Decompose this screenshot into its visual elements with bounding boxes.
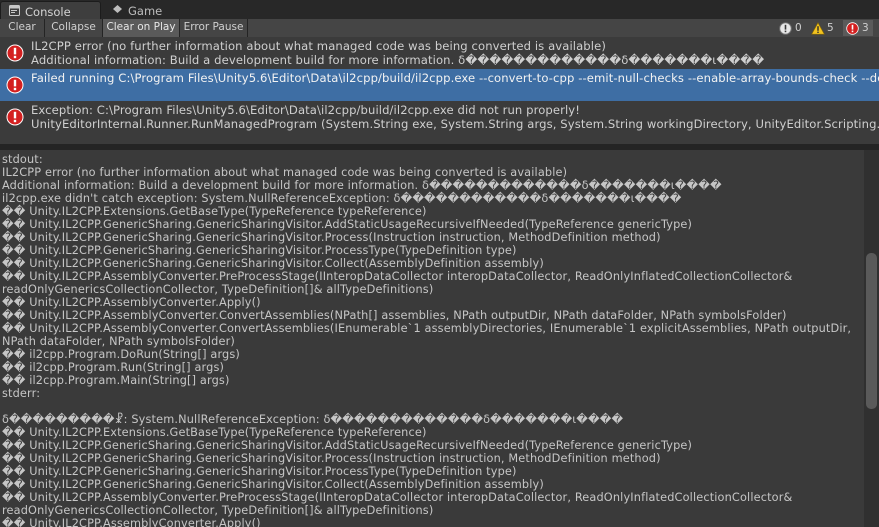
- info-icon: [779, 22, 792, 35]
- error-icon: [6, 108, 24, 126]
- detail-line: �� Unity.IL2CPP.GenericSharing.GenericSh…: [2, 465, 517, 478]
- detail-line: �� Unity.IL2CPP.AssemblyConverter.Apply(…: [2, 296, 261, 309]
- detail-line: �� Unity.IL2CPP.GenericSharing.GenericSh…: [2, 218, 693, 231]
- window-tab-bar: Console Game: [0, 0, 879, 19]
- console-icon: [9, 5, 20, 16]
- warning-icon: [811, 22, 825, 35]
- clear-button[interactable]: Clear: [0, 19, 45, 37]
- detail-line: stdout:: [2, 153, 43, 166]
- detail-line: readOnlyGenericsCollectionCollector, Typ…: [2, 504, 434, 517]
- collapse-toggle[interactable]: Collapse: [45, 19, 103, 37]
- warning-filter-toggle[interactable]: 5: [808, 20, 841, 36]
- log-entry-selected[interactable]: Failed running C:\Program Files\Unity5.6…: [0, 69, 879, 101]
- info-filter-toggle[interactable]: 0: [776, 20, 806, 36]
- detail-line: �� Unity.IL2CPP.AssemblyConverter.Apply(…: [2, 517, 261, 527]
- log-entry-list[interactable]: IL2CPP error (no further information abo…: [0, 37, 879, 144]
- info-count: 0: [795, 22, 802, 34]
- detail-line: readOnlyGenericsCollectionCollector, Typ…: [2, 283, 434, 296]
- detail-line: �� Unity.IL2CPP.AssemblyConverter.PrePro…: [2, 491, 793, 504]
- log-entry[interactable]: IL2CPP error (no further information abo…: [0, 37, 879, 69]
- detail-line: �� il2cpp.Program.Main(String[] args): [2, 374, 230, 387]
- log-entry-line2: UnityEditorInternal.Runner.RunManagedPro…: [31, 117, 879, 131]
- detail-line: �� Unity.IL2CPP.GenericSharing.GenericSh…: [2, 244, 517, 257]
- detail-line: �� Unity.IL2CPP.GenericSharing.GenericSh…: [2, 439, 693, 452]
- error-icon: [6, 76, 24, 94]
- error-icon: [846, 22, 859, 35]
- detail-line: �� Unity.IL2CPP.Extensions.GetBaseType(T…: [2, 205, 427, 218]
- detail-line: Additional information: Build a developm…: [2, 179, 722, 192]
- tab-console-label: Console: [25, 5, 71, 19]
- log-entry-line1: Exception: C:\Program Files\Unity5.6\Edi…: [31, 103, 580, 117]
- log-entry-line1: IL2CPP error (no further information abo…: [31, 39, 606, 53]
- detail-line: �� il2cpp.Program.Run(String[] args): [2, 361, 225, 374]
- error-icon: [6, 44, 24, 62]
- tab-console[interactable]: Console: [0, 1, 101, 19]
- clear-on-play-toggle[interactable]: Clear on Play: [103, 19, 180, 37]
- game-icon: [113, 5, 122, 13]
- detail-line: δ���������☧: System.NullReferenceExcepti…: [2, 413, 624, 426]
- detail-line: il2cpp.exe didn't catch exception: Syste…: [2, 192, 682, 205]
- detail-line: IL2CPP error (no further information abo…: [2, 166, 568, 179]
- log-detail-panel[interactable]: stdout: IL2CPP error (no further informa…: [0, 150, 864, 527]
- detail-line: �� Unity.IL2CPP.AssemblyConverter.Conver…: [2, 309, 787, 322]
- detail-scrollbar-thumb[interactable]: [866, 253, 877, 409]
- log-entry-line1: Failed running C:\Program Files\Unity5.6…: [31, 71, 879, 85]
- detail-line: �� Unity.IL2CPP.GenericSharing.GenericSh…: [2, 478, 544, 491]
- tab-game-label: Game: [128, 4, 163, 18]
- warning-count: 5: [827, 22, 834, 34]
- detail-line: �� il2cpp.Program.DoRun(String[] args): [2, 348, 240, 361]
- detail-line: �� Unity.IL2CPP.Extensions.GetBaseType(T…: [2, 426, 427, 439]
- log-entry[interactable]: Exception: C:\Program Files\Unity5.6\Edi…: [0, 101, 879, 133]
- error-pause-toggle[interactable]: Error Pause: [180, 19, 248, 37]
- detail-line: �� Unity.IL2CPP.GenericSharing.GenericSh…: [2, 231, 661, 244]
- detail-line: �� Unity.IL2CPP.GenericSharing.GenericSh…: [2, 452, 661, 465]
- tab-game[interactable]: Game: [104, 1, 200, 19]
- error-count: 3: [862, 22, 869, 34]
- detail-line: �� Unity.IL2CPP.AssemblyConverter.PrePro…: [2, 270, 793, 283]
- detail-line: �� Unity.IL2CPP.GenericSharing.GenericSh…: [2, 257, 544, 270]
- detail-line: �� Unity.IL2CPP.AssemblyConverter.Conver…: [2, 322, 852, 335]
- error-filter-toggle[interactable]: 3: [843, 20, 873, 36]
- log-entry-line2: Additional information: Build a developm…: [31, 53, 765, 67]
- detail-line: stderr:: [2, 387, 41, 400]
- console-toolbar: Clear Collapse Clear on Play Error Pause…: [0, 19, 879, 38]
- detail-line: NPath dataFolder, NPath symbolsFolder): [2, 335, 235, 348]
